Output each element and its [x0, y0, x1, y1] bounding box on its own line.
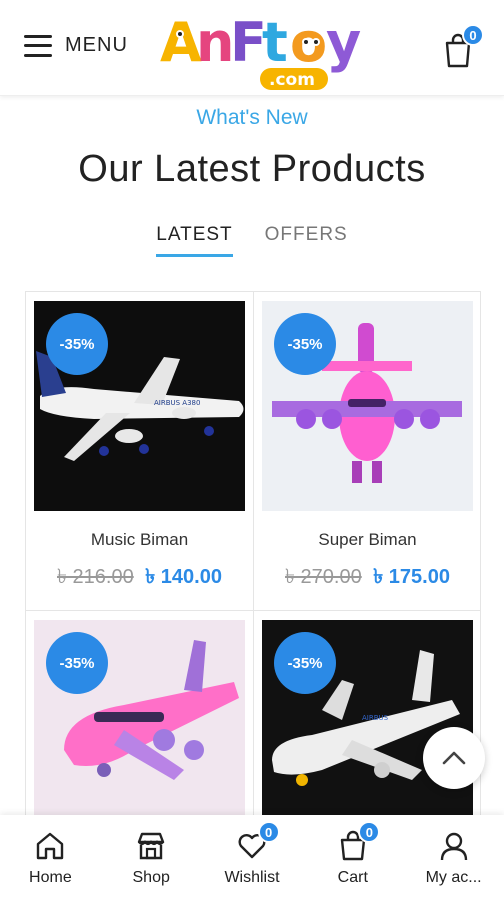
- svg-text:AIRBUS A380: AIRBUS A380: [154, 399, 200, 407]
- product-image[interactable]: AIRBUS A380 -35%: [34, 301, 245, 511]
- product-card[interactable]: -35% Super Biman ৳ 270.00 ৳ 175.00: [254, 292, 481, 610]
- section-title: Our Latest Products: [78, 148, 426, 190]
- product-name[interactable]: Super Biman: [254, 530, 481, 550]
- scroll-to-top-button[interactable]: [423, 727, 485, 789]
- svg-text:.com: .com: [269, 70, 315, 90]
- nav-shop-label: Shop: [132, 869, 170, 886]
- tab-offers[interactable]: OFFERS: [265, 224, 348, 257]
- discount-badge: -35%: [274, 632, 336, 694]
- product-card[interactable]: AIRBUS -35%: [254, 611, 481, 821]
- product-grid: AIRBUS A380 -35% Music Biman ৳ 216.00 ৳ …: [25, 291, 481, 821]
- svg-text:t: t: [262, 11, 288, 74]
- user-icon: [440, 832, 467, 861]
- svg-text:AIRBUS: AIRBUS: [362, 714, 389, 722]
- old-price: ৳ 270.00: [285, 566, 362, 588]
- product-image[interactable]: AIRBUS -35%: [262, 620, 473, 820]
- tab-latest[interactable]: LATEST: [156, 224, 233, 257]
- old-price: ৳ 216.00: [57, 566, 134, 588]
- nav-cart[interactable]: 0 Cart: [302, 815, 403, 900]
- header-cart-count-badge: 0: [462, 24, 484, 46]
- product-image[interactable]: -35%: [34, 620, 245, 820]
- hamburger-icon: [24, 34, 52, 57]
- nav-home[interactable]: Home: [0, 815, 101, 900]
- nav-my-account[interactable]: My ac...: [403, 815, 504, 900]
- product-card[interactable]: -35%: [26, 611, 253, 821]
- discount-badge: -35%: [46, 313, 108, 375]
- header-cart-button[interactable]: 0: [442, 24, 484, 68]
- site-logo[interactable]: A n F t o y .com: [158, 6, 378, 92]
- nav-wishlist-label: Wishlist: [224, 869, 280, 886]
- shop-icon: [137, 832, 165, 860]
- menu-button[interactable]: MENU: [24, 34, 128, 57]
- discount-badge: -35%: [46, 632, 108, 694]
- nav-wishlist[interactable]: 0 Wishlist: [202, 815, 303, 900]
- menu-label: MENU: [65, 34, 128, 56]
- nav-cart-label: Cart: [337, 869, 368, 886]
- wishlist-count-badge: 0: [257, 821, 280, 843]
- home-icon: [37, 832, 64, 860]
- nav-my-account-label: My ac...: [425, 869, 482, 886]
- site-header: MENU A n F t o y .com 0: [0, 0, 504, 96]
- svg-text:n: n: [196, 11, 234, 74]
- discount-badge: -35%: [274, 313, 336, 375]
- chevron-up-icon: [442, 751, 466, 765]
- product-price: ৳ 270.00 ৳ 175.00: [254, 562, 481, 595]
- bottom-navigation: Home Shop 0 Wishlist 0 Cart My ac...: [0, 815, 504, 900]
- product-price: ৳ 216.00 ৳ 140.00: [26, 562, 253, 595]
- svg-text:y: y: [326, 11, 361, 74]
- cart-count-badge: 0: [358, 821, 381, 843]
- product-tabs: LATEST OFFERS: [0, 224, 504, 257]
- sale-price: ৳ 140.00: [145, 566, 222, 588]
- sale-price: ৳ 175.00: [373, 566, 450, 588]
- section-kicker: What's New: [196, 106, 308, 129]
- product-card[interactable]: AIRBUS A380 -35% Music Biman ৳ 216.00 ৳ …: [26, 292, 253, 610]
- product-image[interactable]: -35%: [262, 301, 473, 511]
- nav-home-label: Home: [29, 869, 72, 886]
- product-name[interactable]: Music Biman: [26, 530, 253, 550]
- nav-shop[interactable]: Shop: [101, 815, 202, 900]
